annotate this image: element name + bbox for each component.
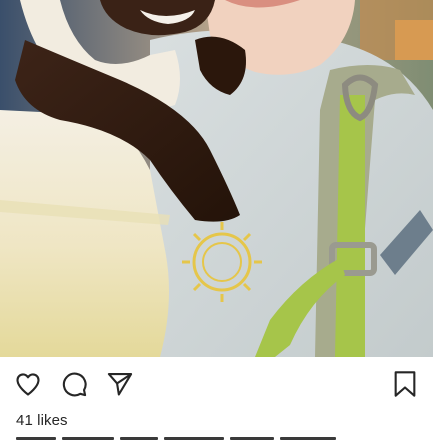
post-action-bar — [0, 366, 433, 406]
photo-illustration — [0, 0, 433, 357]
comment-button[interactable] — [56, 366, 92, 402]
post-photo[interactable] — [0, 0, 433, 357]
send-icon — [107, 373, 133, 396]
likes-count[interactable]: 41 likes — [16, 412, 68, 429]
share-button[interactable] — [102, 366, 138, 402]
heart-icon — [16, 373, 40, 396]
save-button[interactable] — [387, 366, 423, 402]
comment-icon — [62, 372, 87, 397]
like-button[interactable] — [10, 366, 46, 402]
bookmark-icon — [394, 371, 416, 397]
instagram-post: 41 likes — [0, 0, 433, 443]
caption-cutoff — [16, 437, 376, 443]
